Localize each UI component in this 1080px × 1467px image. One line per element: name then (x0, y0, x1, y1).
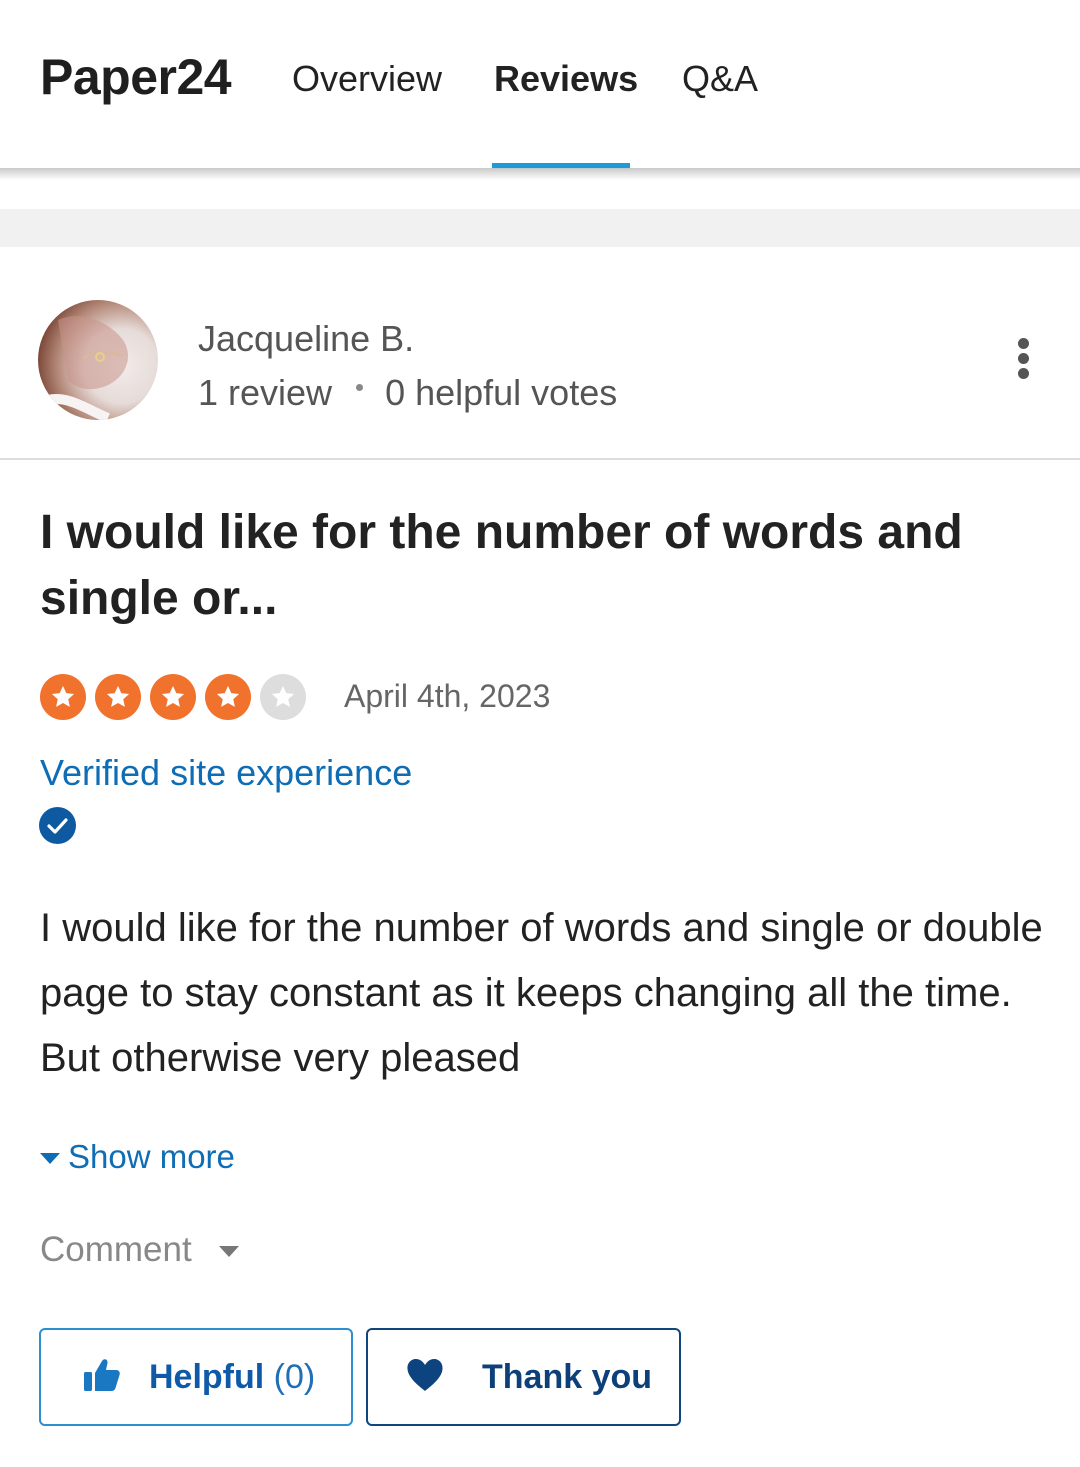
check-circle-icon (39, 807, 76, 844)
star-filled-icon (150, 674, 196, 720)
avatar[interactable] (38, 300, 158, 420)
star-filled-icon (205, 674, 251, 720)
chevron-down-icon (218, 1245, 239, 1257)
tab-overview[interactable]: Overview (292, 58, 442, 100)
star-filled-icon (95, 674, 141, 720)
helpful-text: Helpful (149, 1357, 265, 1396)
comment-label: Comment (40, 1230, 192, 1269)
helpful-button[interactable]: Helpful (0) (39, 1328, 353, 1426)
star-filled-icon (40, 674, 86, 720)
show-more-label: Show more (68, 1138, 235, 1175)
review-title: I would like for the number of words and… (40, 506, 963, 625)
thank-you-button[interactable]: Thank you (366, 1328, 681, 1426)
review-date: April 4th, 2023 (344, 678, 551, 714)
top-nav-header: Paper24 Overview Reviews Q&A (0, 0, 1080, 169)
brand-name[interactable]: Paper24 (40, 48, 232, 106)
review-body: I would like for the number of words and… (40, 906, 1043, 1080)
show-more-link[interactable]: Show more (40, 1138, 235, 1176)
reviewer-name[interactable]: Jacqueline B. (198, 318, 414, 360)
divider (0, 458, 1080, 460)
review-count: 1 review (198, 372, 333, 413)
header-shadow (0, 168, 1080, 180)
helpful-votes-count: 0 helpful votes (385, 372, 618, 413)
comment-toggle[interactable]: Comment (40, 1230, 239, 1270)
star-rating (40, 674, 306, 720)
caret-down-icon (40, 1152, 60, 1164)
thumbs-up-icon (83, 1358, 121, 1397)
thank-you-label: Thank you (482, 1357, 653, 1396)
heart-icon (406, 1358, 444, 1397)
star-empty-icon (260, 674, 306, 720)
helpful-count: (0) (273, 1357, 316, 1396)
reviewer-meta: 1 review 0 helpful votes (198, 372, 617, 414)
tab-reviews[interactable]: Reviews (494, 58, 638, 100)
kebab-menu-icon[interactable] (1010, 338, 1038, 380)
separator-dot (356, 383, 364, 391)
verified-label[interactable]: Verified site experience (40, 752, 412, 794)
tab-qa[interactable]: Q&A (682, 58, 758, 100)
helpful-label: Helpful (0) (149, 1358, 315, 1397)
section-separator (0, 209, 1080, 247)
